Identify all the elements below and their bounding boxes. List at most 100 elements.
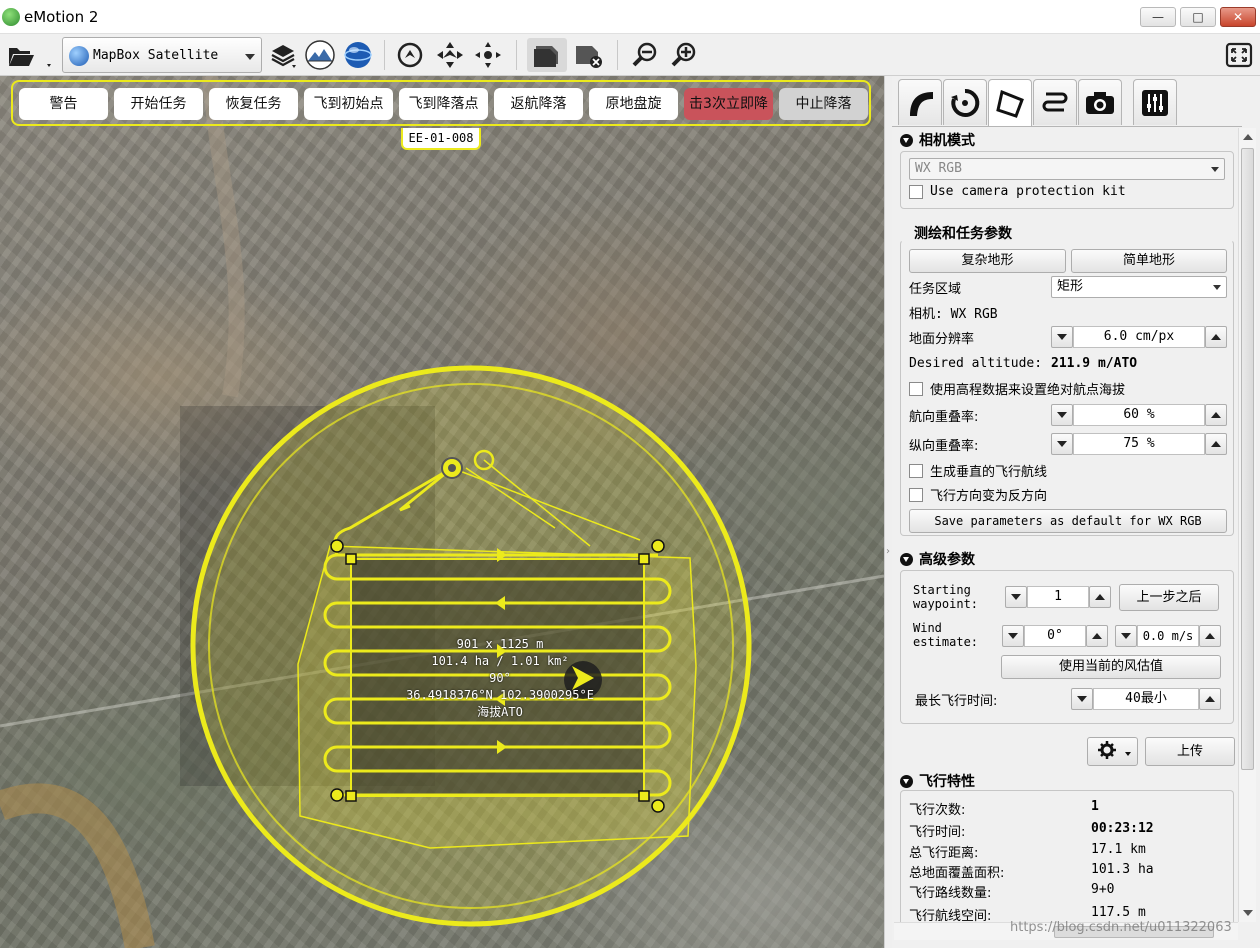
decrease-icon[interactable] — [1051, 326, 1073, 348]
abort-landing-button[interactable]: 中止降落 — [779, 88, 868, 120]
starting-waypoint-input[interactable]: 1 — [1027, 586, 1089, 608]
map-source-select[interactable]: MapBox Satellite — [62, 37, 262, 73]
desired-altitude-value: 211.9 m/ATO — [1051, 356, 1138, 371]
scroll-down-icon[interactable] — [1243, 910, 1253, 916]
tab-divider — [892, 126, 1242, 127]
coverage-area-value: 101.3 ha — [1091, 862, 1154, 877]
toolbar: MapBox Satellite — [0, 34, 1260, 76]
use-elevation-checkbox[interactable]: 使用高程数据来设置绝对航点海拔 — [909, 379, 1125, 398]
command-bar: 警告 开始任务 恢复任务 飞到初始点 飞到降落点 返航降落 原地盘旋 击3次立即… — [11, 80, 871, 126]
longitudinal-overlap-label: 纵向重叠率: — [909, 439, 979, 454]
increase-icon[interactable] — [1086, 625, 1108, 647]
fly-to-landing-button[interactable]: 飞到降落点 — [399, 88, 488, 120]
lateral-overlap-input[interactable]: 60 % — [1073, 404, 1205, 426]
lateral-overlap-stepper[interactable]: 60 % — [1051, 404, 1227, 426]
complex-terrain-button[interactable]: 复杂地形 — [909, 249, 1066, 273]
zoom-in-icon[interactable] — [667, 38, 701, 72]
decrease-icon[interactable] — [1051, 433, 1073, 455]
checkbox-box[interactable] — [909, 184, 923, 199]
wind-speed-input[interactable]: 0.0 m/s — [1137, 625, 1199, 647]
mission-panel: 相机模式 WX RGB Use camera protection kit 测绘… — [892, 76, 1260, 948]
tab-flight-lines[interactable] — [1033, 79, 1077, 125]
loiter-button[interactable]: 原地盘旋 — [589, 88, 678, 120]
terrain-icon[interactable] — [303, 38, 337, 72]
max-flight-time-stepper[interactable]: 40最小 — [1071, 688, 1221, 710]
increase-icon[interactable] — [1199, 625, 1221, 647]
toolbar-separator — [384, 40, 385, 70]
advanced-group: Starting waypoint: 1 上一步之后 Wind estimate… — [900, 570, 1234, 724]
panel-splitter[interactable]: › — [884, 76, 892, 948]
after-previous-button[interactable]: 上一步之后 — [1119, 584, 1219, 611]
tab-camera[interactable] — [1078, 79, 1122, 125]
start-mission-button[interactable]: 开始任务 — [114, 88, 203, 120]
flight-section-header[interactable]: 飞行特性 — [900, 771, 975, 791]
tab-takeoff[interactable] — [898, 79, 942, 125]
fullscreen-icon[interactable] — [1222, 38, 1256, 72]
layers-icon[interactable] — [266, 38, 300, 72]
emergency-land-button[interactable]: 击3次立即降 — [684, 88, 773, 120]
camera-protection-checkbox[interactable]: Use camera protection kit — [909, 184, 1126, 199]
decrease-icon[interactable] — [1115, 625, 1137, 647]
simple-terrain-button[interactable]: 简单地形 — [1071, 249, 1227, 273]
upload-button[interactable]: 上传 — [1145, 737, 1235, 766]
drone-camera-icon[interactable] — [527, 38, 567, 72]
increase-icon[interactable] — [1205, 433, 1227, 455]
wind-direction-input[interactable]: 0° — [1024, 625, 1086, 647]
center-drone-icon[interactable] — [433, 38, 467, 72]
maximize-button[interactable]: □ — [1180, 7, 1216, 27]
scroll-up-icon[interactable] — [1243, 134, 1253, 140]
warning-button[interactable]: 警告 — [19, 88, 108, 120]
starting-waypoint-stepper[interactable]: 1 — [1005, 586, 1111, 608]
camera-section-header[interactable]: 相机模式 — [900, 130, 975, 150]
max-flight-time-input[interactable]: 40最小 — [1093, 688, 1199, 710]
vertical-scrollbar[interactable] — [1238, 128, 1256, 922]
resume-mission-button[interactable]: 恢复任务 — [209, 88, 298, 120]
tab-settings[interactable] — [1133, 79, 1177, 125]
folder-open-icon[interactable] — [2, 38, 58, 72]
longitudinal-overlap-stepper[interactable]: 75 % — [1051, 433, 1227, 455]
camera-model-select[interactable]: WX RGB — [909, 158, 1225, 180]
tab-loiter[interactable] — [943, 79, 987, 125]
wind-speed-stepper[interactable]: 0.0 m/s — [1115, 625, 1221, 647]
mapping-group: 复杂地形 简单地形 任务区域 矩形 相机: WX RGB 地面分辨率 6.0 c… — [900, 240, 1234, 536]
checkbox-box[interactable] — [909, 487, 923, 502]
increase-icon[interactable] — [1199, 688, 1221, 710]
advanced-section-header[interactable]: 高级参数 — [900, 549, 975, 569]
increase-icon[interactable] — [1089, 586, 1111, 608]
decrease-icon[interactable] — [1051, 404, 1073, 426]
fly-to-start-button[interactable]: 飞到初始点 — [304, 88, 393, 120]
wind-direction-stepper[interactable]: 0° — [1002, 625, 1108, 647]
takeoff-icon[interactable] — [393, 38, 427, 72]
reverse-direction-checkbox[interactable]: 飞行方向变为反方向 — [909, 485, 1047, 504]
return-land-button[interactable]: 返航降落 — [494, 88, 583, 120]
area-type-select[interactable]: 矩形 — [1051, 276, 1227, 298]
satellite-map[interactable]: 警告 开始任务 恢复任务 飞到初始点 飞到降落点 返航降落 原地盘旋 击3次立即… — [0, 76, 884, 948]
drone-remove-icon[interactable] — [572, 38, 606, 72]
save-default-button[interactable]: Save parameters as default for WX RGB — [909, 509, 1227, 533]
map-source-label: MapBox Satellite — [93, 48, 219, 63]
gsd-input[interactable]: 6.0 cm/px — [1073, 326, 1205, 348]
decrease-icon[interactable] — [1071, 688, 1093, 710]
decrease-icon[interactable] — [1002, 625, 1024, 647]
checkbox-box[interactable] — [909, 381, 923, 396]
perpendicular-lines-checkbox[interactable]: 生成垂直的飞行航线 — [909, 461, 1047, 480]
use-current-wind-button[interactable]: 使用当前的风估值 — [1001, 655, 1221, 679]
watermark: https://blog.csdn.net/u011322063 — [1010, 920, 1232, 935]
close-button[interactable]: ✕ — [1220, 7, 1256, 27]
decrease-icon[interactable] — [1005, 586, 1027, 608]
scroll-thumb[interactable] — [1241, 148, 1254, 770]
window-title: eMotion 2 — [24, 8, 99, 26]
tab-mapping[interactable] — [988, 79, 1032, 127]
drone-id-tab[interactable]: EE-01-008 — [401, 128, 481, 150]
minimize-button[interactable]: — — [1140, 7, 1176, 27]
gsd-stepper[interactable]: 6.0 cm/px — [1051, 326, 1227, 348]
recenter-icon[interactable] — [471, 38, 505, 72]
zoom-out-icon[interactable] — [628, 38, 662, 72]
increase-icon[interactable] — [1205, 404, 1227, 426]
increase-icon[interactable] — [1205, 326, 1227, 348]
checkbox-box[interactable] — [909, 463, 923, 478]
camera-tab-icon — [1086, 91, 1114, 114]
settings-menu-button[interactable] — [1087, 737, 1138, 766]
globe-view-icon[interactable] — [341, 38, 375, 72]
longitudinal-overlap-input[interactable]: 75 % — [1073, 433, 1205, 455]
